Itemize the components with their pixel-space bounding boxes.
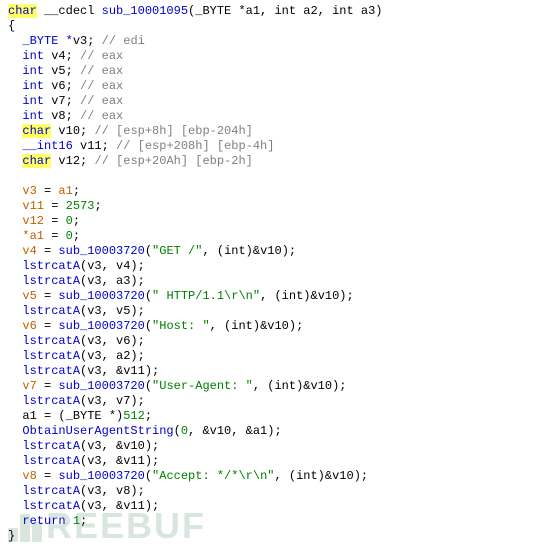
code-line: v6 = sub_10003720("Host: ", (int)&v10);	[8, 319, 546, 334]
brace-close: }	[8, 529, 546, 544]
code-line: lstrcatA(v3, v8);	[8, 484, 546, 499]
code-line: v5 = sub_10003720(" HTTP/1.1\r\n", (int)…	[8, 289, 546, 304]
code-line: lstrcatA(v3, &v11);	[8, 454, 546, 469]
code-line: lstrcatA(v3, a2);	[8, 349, 546, 364]
code-line: return 1;	[8, 514, 546, 529]
code-line: a1 = (_BYTE *)512;	[8, 409, 546, 424]
code-line: v4 = sub_10003720("GET /", (int)&v10);	[8, 244, 546, 259]
function-signature: char __cdecl sub_10001095(_BYTE *a1, int…	[8, 4, 546, 19]
code-line: ObtainUserAgentString(0, &v10, &a1);	[8, 424, 546, 439]
var-decl: char v10; // [esp+8h] [ebp-204h]	[8, 124, 546, 139]
code-line: *a1 = 0;	[8, 229, 546, 244]
var-decl: int v8; // eax	[8, 109, 546, 124]
var-decl: int v7; // eax	[8, 94, 546, 109]
var-decl: int v6; // eax	[8, 79, 546, 94]
brace-open: {	[8, 19, 546, 34]
code-line: v7 = sub_10003720("User-Agent: ", (int)&…	[8, 379, 546, 394]
blank-line	[8, 169, 546, 184]
decompiled-code-block: char __cdecl sub_10001095(_BYTE *a1, int…	[8, 4, 546, 544]
var-decl: _BYTE *v3; // edi	[8, 34, 546, 49]
code-line: v12 = 0;	[8, 214, 546, 229]
var-decl: int v5; // eax	[8, 64, 546, 79]
code-line: lstrcatA(v3, v5);	[8, 304, 546, 319]
code-line: v3 = a1;	[8, 184, 546, 199]
code-line: lstrcatA(v3, &v10);	[8, 439, 546, 454]
code-line: lstrcatA(v3, v6);	[8, 334, 546, 349]
var-decl: int v4; // eax	[8, 49, 546, 64]
code-line: v11 = 2573;	[8, 199, 546, 214]
code-line: v8 = sub_10003720("Accept: */*\r\n", (in…	[8, 469, 546, 484]
var-decl: char v12; // [esp+20Ah] [ebp-2h]	[8, 154, 546, 169]
code-line: lstrcatA(v3, v7);	[8, 394, 546, 409]
code-line: lstrcatA(v3, a3);	[8, 274, 546, 289]
code-line: lstrcatA(v3, &v11);	[8, 364, 546, 379]
var-decl: __int16 v11; // [esp+208h] [ebp-4h]	[8, 139, 546, 154]
code-line: lstrcatA(v3, v4);	[8, 259, 546, 274]
